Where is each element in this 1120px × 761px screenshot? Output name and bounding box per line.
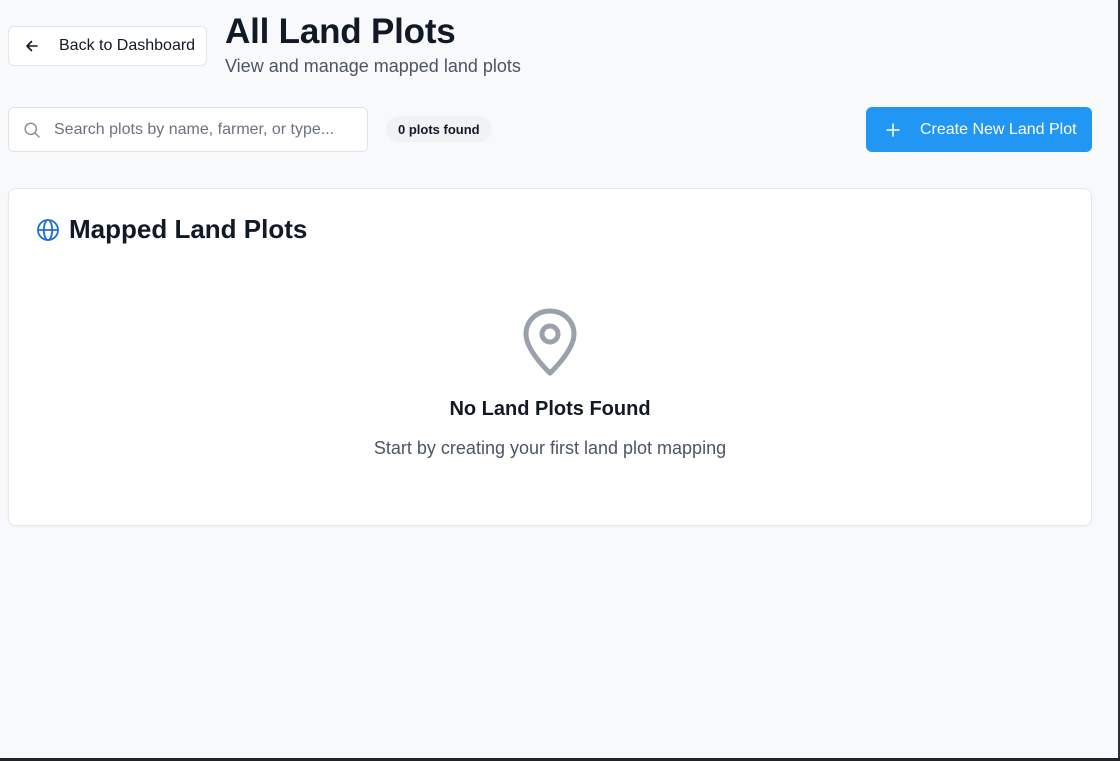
page-subtitle: View and manage mapped land plots — [225, 56, 521, 76]
back-to-dashboard-label: Back to Dashboard — [59, 37, 196, 54]
map-pin-icon — [520, 307, 580, 377]
arrow-left-icon — [24, 38, 40, 54]
globe-icon — [36, 218, 60, 242]
card-header: Mapped Land Plots — [36, 214, 307, 245]
page-title: All Land Plots — [225, 12, 456, 51]
empty-state-heading: No Land Plots Found — [449, 398, 651, 420]
empty-state-description: Start by creating your first land plot m… — [373, 438, 727, 458]
create-new-land-plot-label: Create New Land Plot — [920, 120, 1077, 138]
card-title: Mapped Land Plots — [69, 214, 308, 244]
plots-count-badge: 0 plots found — [386, 116, 492, 142]
search-box — [8, 107, 368, 152]
search-input[interactable] — [54, 120, 354, 139]
back-to-dashboard-button[interactable]: Back to Dashboard — [8, 26, 207, 66]
search-icon — [23, 121, 41, 139]
empty-state: No Land Plots Found Start by creating yo… — [9, 307, 1091, 459]
mapped-land-plots-card: Mapped Land Plots No Land Plots Found St… — [8, 188, 1092, 526]
plus-icon — [885, 122, 901, 138]
create-new-land-plot-button[interactable]: Create New Land Plot — [866, 107, 1092, 152]
